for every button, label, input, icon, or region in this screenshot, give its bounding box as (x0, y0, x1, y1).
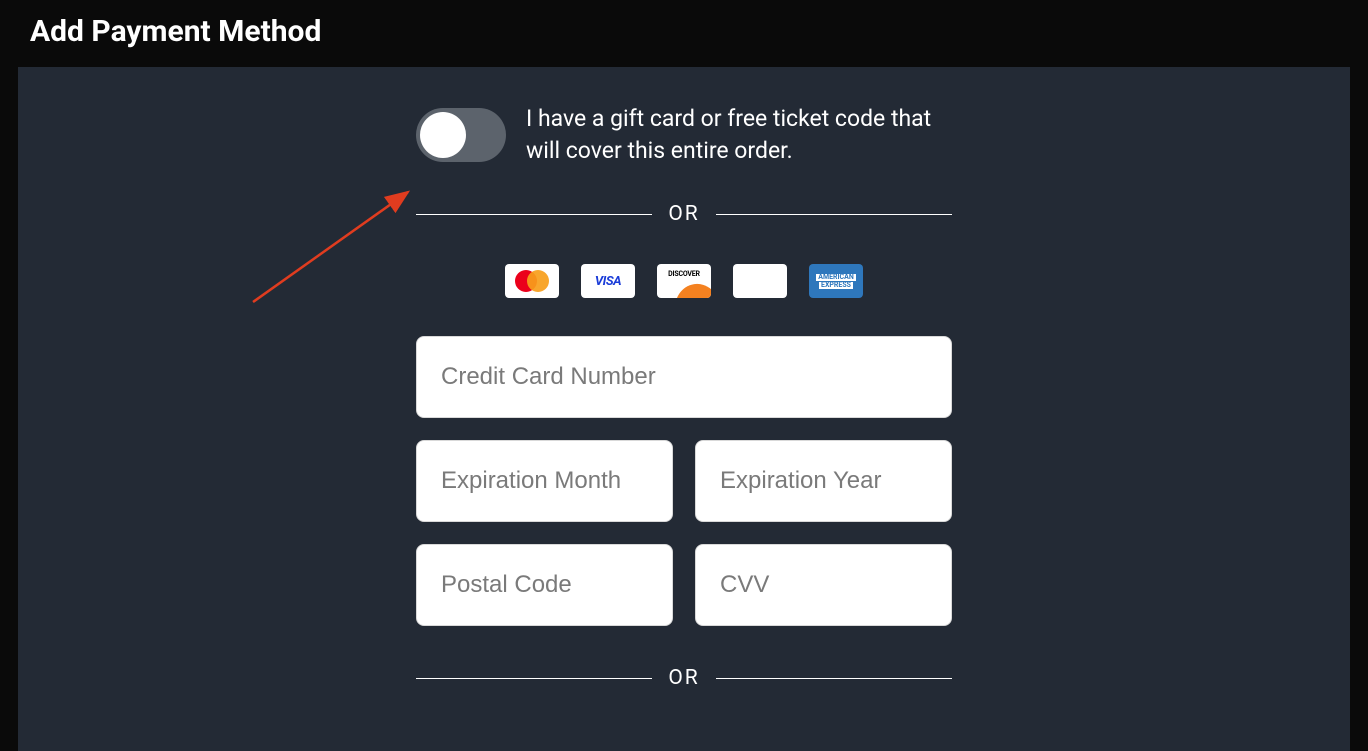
jcb-icon (733, 264, 787, 298)
card-number-input[interactable] (416, 336, 952, 418)
giftcard-toggle[interactable] (416, 108, 506, 162)
divider-or-top: OR (416, 202, 952, 226)
divider-text: OR (668, 202, 699, 226)
accepted-cards: VISA DISCOVER AMERICANEXPRESS (416, 264, 952, 298)
expiration-year-input[interactable] (695, 440, 952, 522)
toggle-knob-icon (420, 112, 466, 158)
postal-code-input[interactable] (416, 544, 673, 626)
cvv-input[interactable] (695, 544, 952, 626)
payment-panel: I have a gift card or free ticket code t… (18, 67, 1350, 751)
annotation-arrow-icon (243, 182, 423, 312)
page-title: Add Payment Method (0, 0, 1368, 67)
expiration-month-input[interactable] (416, 440, 673, 522)
divider-line (416, 214, 652, 215)
amex-icon: AMERICANEXPRESS (809, 264, 863, 298)
divider-line (416, 678, 652, 679)
divider-text: OR (668, 666, 699, 690)
discover-icon: DISCOVER (657, 264, 711, 298)
giftcard-toggle-row: I have a gift card or free ticket code t… (416, 103, 952, 166)
divider-line (716, 678, 952, 679)
divider-line (716, 214, 952, 215)
divider-or-bottom: OR (416, 666, 952, 690)
visa-icon: VISA (581, 264, 635, 298)
giftcard-toggle-label: I have a gift card or free ticket code t… (526, 103, 952, 166)
mastercard-icon (505, 264, 559, 298)
